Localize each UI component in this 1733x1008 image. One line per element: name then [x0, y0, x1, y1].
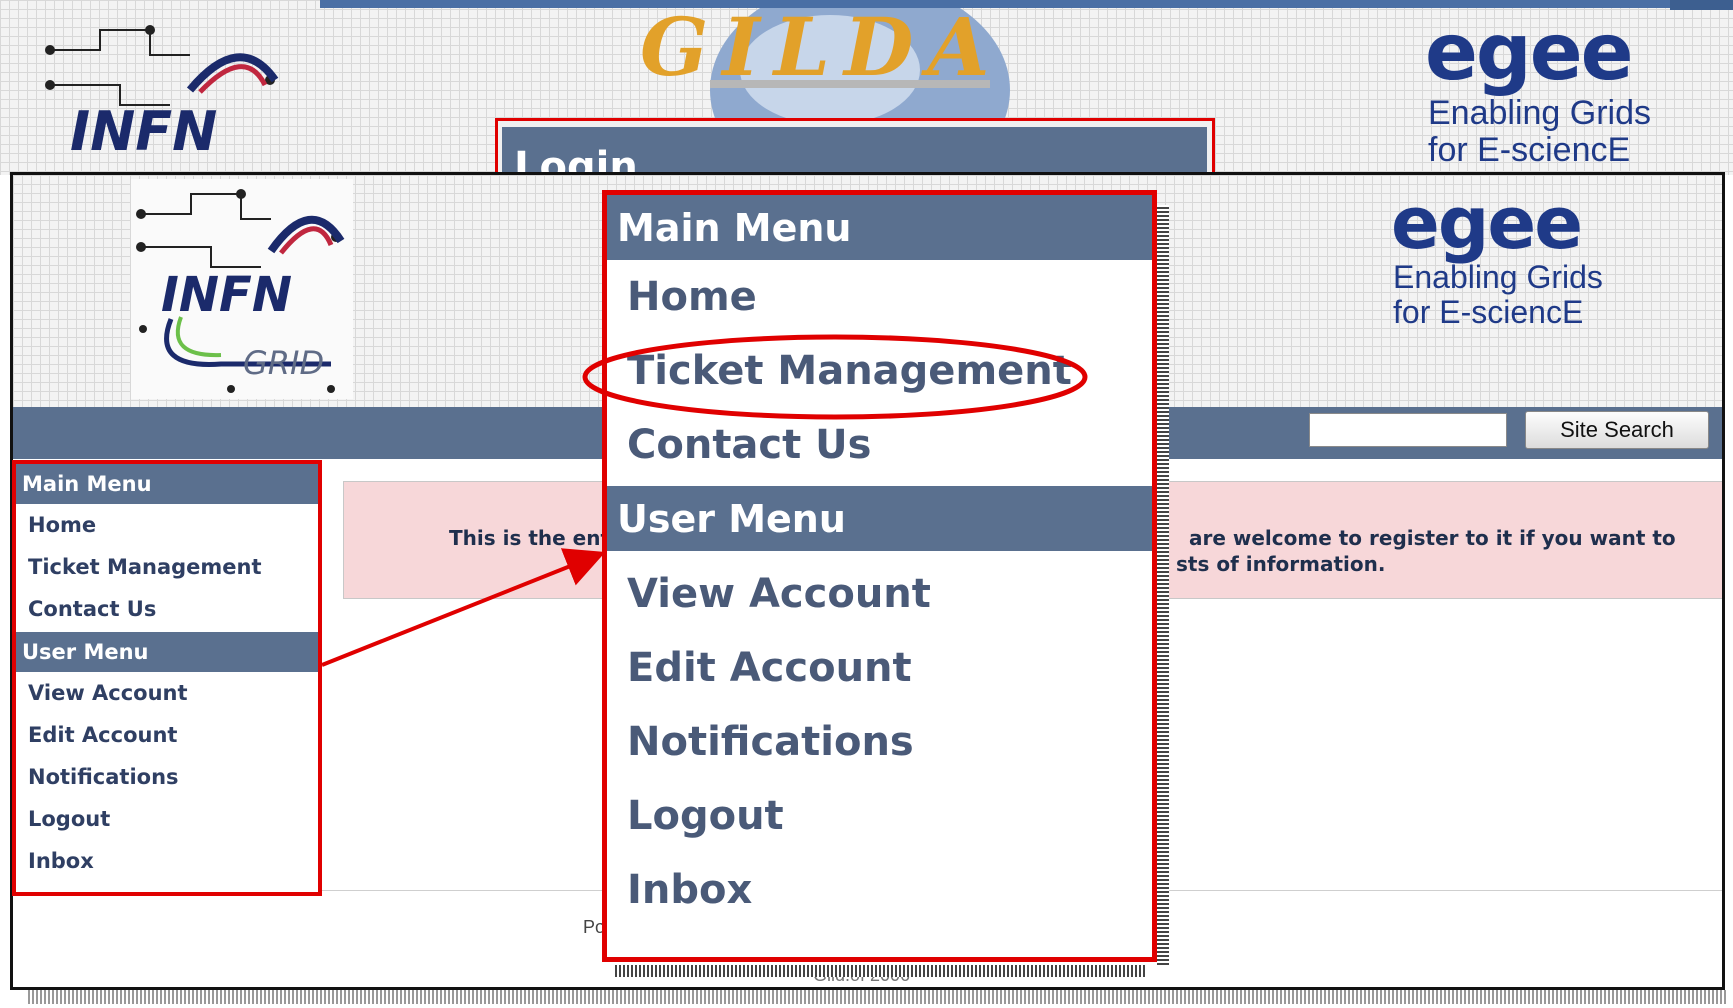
side-menu: Main Menu Home Ticket Management Contact… [12, 460, 322, 896]
side-menu-item-ticket-management[interactable]: Ticket Management [16, 546, 318, 588]
zoom-menu-shadow-bottom [615, 965, 1145, 977]
notice-line2-end: sts of information. [1176, 552, 1386, 576]
infn-grid-text: GRID [243, 344, 325, 382]
site-search-input[interactable] [1309, 413, 1507, 447]
side-menu-item-home[interactable]: Home [16, 504, 318, 546]
back-egee-logo-text: egee [1425, 8, 1634, 98]
notice-line1-start: This is the ent [449, 526, 611, 550]
side-menu-item-view-account[interactable]: View Account [16, 672, 318, 714]
zoomed-menu-callout: Main Menu Home Ticket Management Contact… [602, 190, 1157, 962]
notice-line1-end: are welcome to register to it if you wan… [1189, 526, 1676, 550]
zoom-menu-item-notifications[interactable]: Notifications [607, 705, 1152, 779]
back-gilda-logo-text: GILDA [640, 0, 1004, 94]
front-window-shadow [28, 990, 1728, 1004]
zoom-menu-item-view-account[interactable]: View Account [607, 557, 1152, 631]
back-window-titlebar-corner [1670, 0, 1733, 10]
back-infn-logo-text: INFN [70, 100, 218, 163]
infn-logo-text: INFN [161, 267, 292, 323]
back-egee-tagline-line1: Enabling Grids [1428, 94, 1652, 132]
zoom-main-menu-header: Main Menu [607, 195, 1152, 260]
site-search-button[interactable]: Site Search [1525, 411, 1709, 449]
side-menu-item-inbox[interactable]: Inbox [16, 840, 318, 882]
egee-tagline: Enabling Grids for E-sciencE [1393, 259, 1603, 331]
zoom-menu-item-edit-account[interactable]: Edit Account [607, 631, 1152, 705]
zoom-user-menu-header: User Menu [607, 486, 1152, 551]
side-menu-item-contact-us[interactable]: Contact Us [16, 588, 318, 630]
back-egee-tagline-line2: for E-sciencE [1428, 131, 1631, 170]
zoom-menu-item-inbox[interactable]: Inbox [607, 853, 1152, 927]
side-menu-item-notifications[interactable]: Notifications [16, 756, 318, 798]
zoom-menu-shadow-right [1157, 205, 1169, 965]
egee-logo-text: egee [1391, 181, 1583, 265]
infn-grid-logo: INFN GRID [131, 179, 353, 399]
side-main-menu-header: Main Menu [16, 464, 318, 504]
back-window-header: INFN GILDA egee Enabling Grids for E-sci… [0, 0, 1733, 188]
back-egee-tagline: Enabling Grids for E-sciencE [1428, 94, 1652, 170]
zoom-menu-item-ticket-management[interactable]: Ticket Management [607, 334, 1152, 408]
egee-tagline-line1: Enabling Grids [1393, 259, 1603, 295]
side-menu-item-logout[interactable]: Logout [16, 798, 318, 840]
back-window-titlebar [320, 0, 1670, 8]
side-menu-item-edit-account[interactable]: Edit Account [16, 714, 318, 756]
side-user-menu-header: User Menu [16, 632, 318, 672]
zoom-menu-item-logout[interactable]: Logout [607, 779, 1152, 853]
egee-tagline-line2: for E-sciencE [1393, 294, 1584, 331]
zoom-menu-item-contact-us[interactable]: Contact Us [607, 408, 1152, 482]
zoom-menu-item-home[interactable]: Home [607, 260, 1152, 334]
